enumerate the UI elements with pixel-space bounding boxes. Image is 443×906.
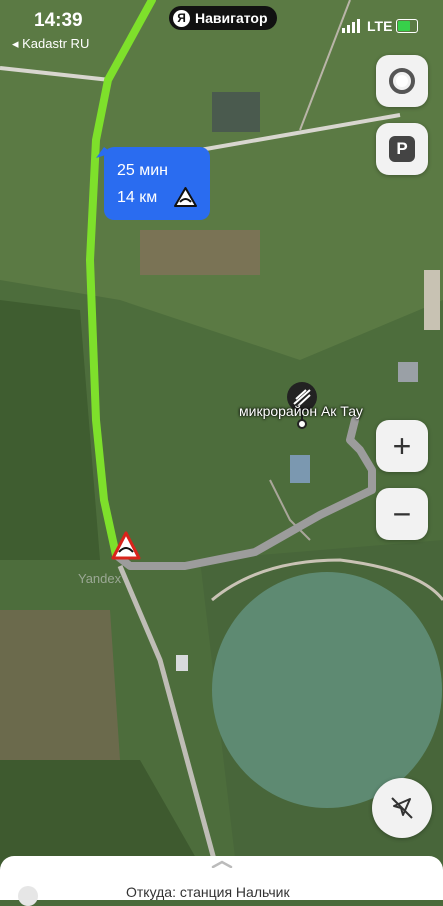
route-origin-text[interactable]: Откуда: станция Нальчик — [126, 884, 290, 900]
map-watermark: Yandex — [78, 571, 122, 586]
location-button[interactable] — [372, 778, 432, 838]
navigation-arrow-off-icon — [391, 797, 413, 819]
zoom-in-button[interactable]: + — [376, 420, 428, 472]
signal-icon — [342, 19, 360, 33]
app-title-pill[interactable]: Я Навигатор — [169, 6, 277, 30]
alice-icon — [389, 68, 415, 94]
parking-icon: P — [389, 136, 415, 162]
route-bottom-sheet[interactable]: Откуда: станция Нальчик — [0, 856, 443, 906]
route-duration: 25 мин — [117, 162, 169, 179]
sheet-grab-handle-icon[interactable] — [211, 860, 233, 868]
battery-icon — [396, 19, 418, 33]
place-label: микрорайон Ак Тау — [239, 403, 363, 419]
network-type: LTE — [367, 18, 393, 34]
status-time: 14:39 — [34, 10, 83, 31]
route-info-bubble[interactable]: 25 мин 14 км — [104, 147, 210, 220]
app-title: Навигатор — [195, 10, 268, 26]
origin-marker-icon — [18, 886, 38, 906]
zoom-out-button[interactable]: − — [376, 488, 428, 540]
back-to-app-link[interactable]: ◂ Kadastr RU — [12, 36, 89, 52]
route-distance: 14 км — [117, 189, 158, 206]
alice-assistant-button[interactable] — [376, 55, 428, 107]
parking-button[interactable]: P — [376, 123, 428, 175]
yandex-logo-icon: Я — [173, 9, 190, 27]
road-hazard-icon — [174, 187, 197, 207]
